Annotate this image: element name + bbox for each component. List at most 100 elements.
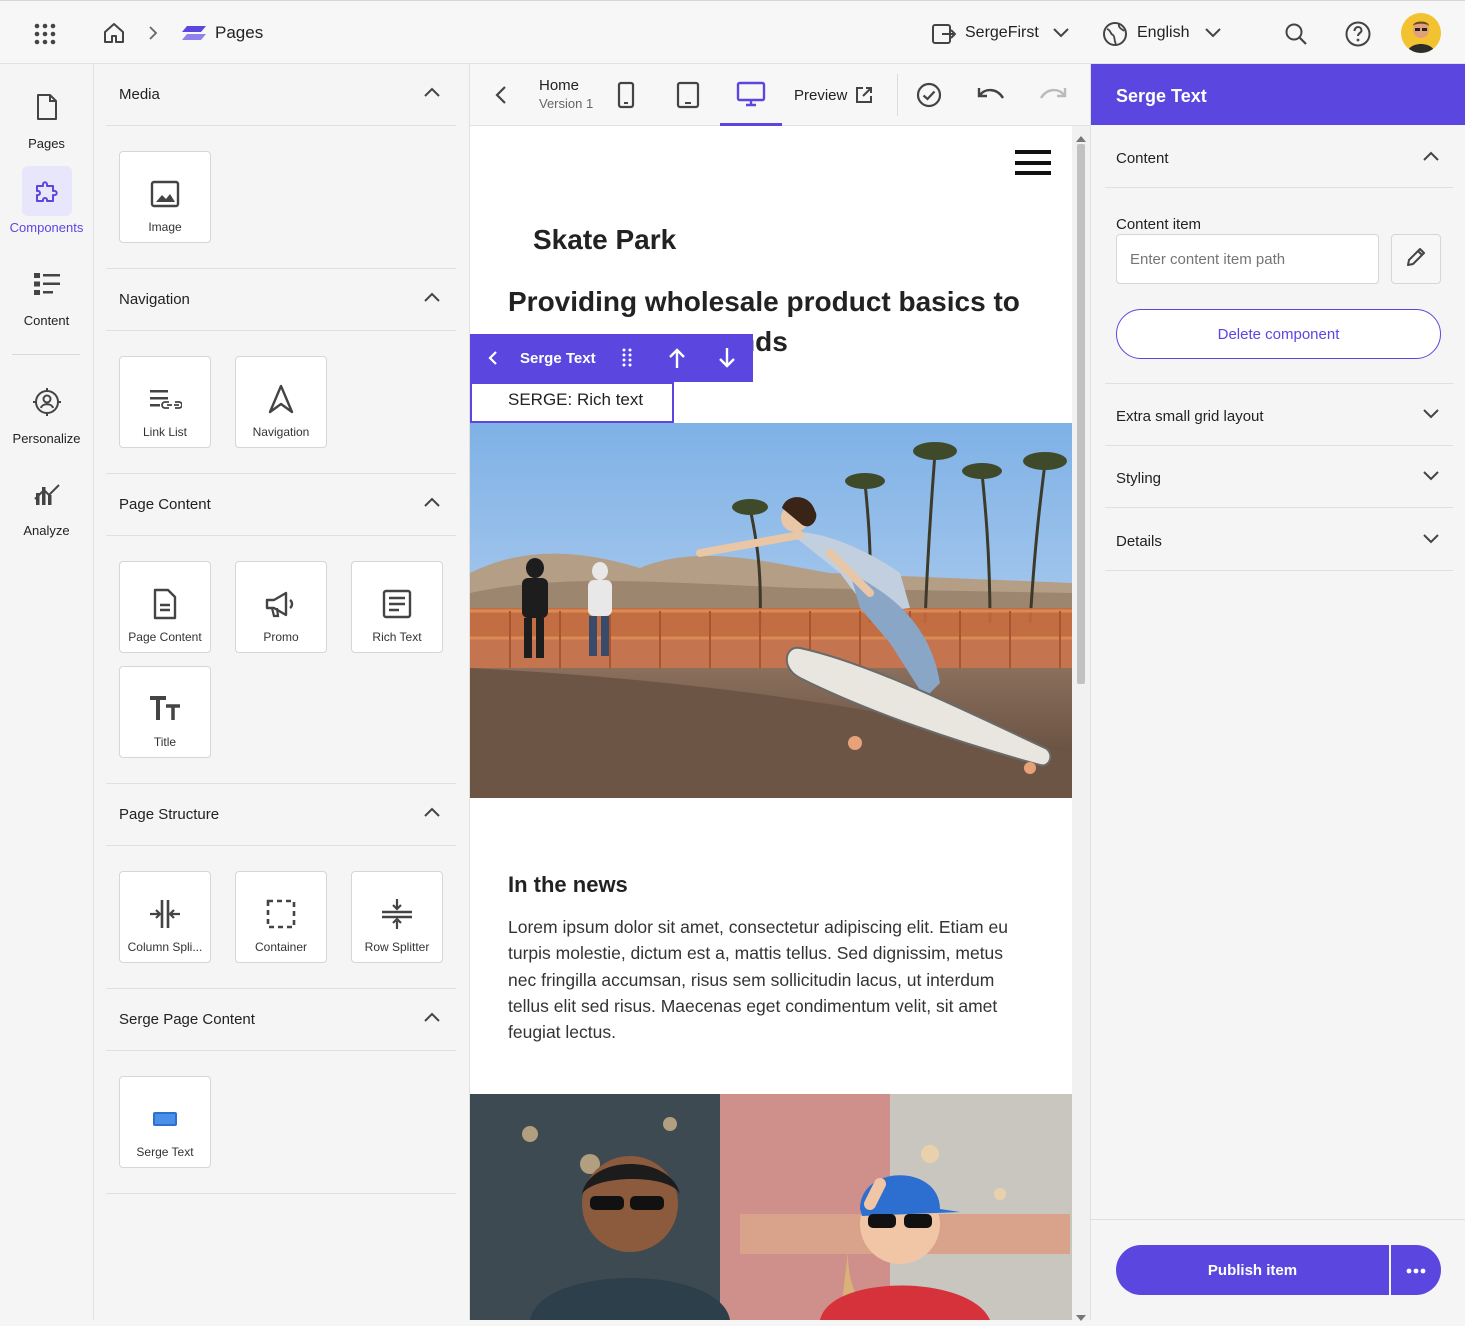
canvas-scrollbar[interactable] (1072, 126, 1090, 1321)
site-switch-icon[interactable] (930, 21, 958, 47)
scrollbar-thumb[interactable] (1077, 144, 1085, 684)
headline: Providing wholesale product basics to (508, 286, 1020, 317)
component-tile-serge-text[interactable]: Serge Text (119, 1076, 211, 1168)
move-up-arrow-icon[interactable] (668, 347, 686, 374)
puzzle-icon (21, 166, 72, 216)
row-split-icon (352, 896, 442, 932)
component-tile-rich-text[interactable]: Rich Text (351, 561, 443, 653)
section-title: Styling (1116, 470, 1162, 487)
component-tile-page-content[interactable]: Page Content (119, 561, 211, 653)
section-page-structure[interactable]: Page Structure (106, 784, 456, 846)
section-page-content[interactable]: Page Content (106, 474, 456, 536)
chevron-down-icon[interactable] (1423, 406, 1439, 424)
chevron-up-icon[interactable] (424, 84, 440, 102)
external-link-icon[interactable] (854, 85, 874, 105)
tile-label: Title (153, 735, 177, 749)
publish-item-button[interactable]: Publish item (1116, 1245, 1389, 1295)
content-item-label: Content item (1116, 216, 1202, 233)
navigation-arrow-icon (236, 381, 326, 417)
section-content[interactable]: Content (1105, 126, 1453, 188)
version-label: Version 1 (539, 96, 594, 111)
check-circle-icon[interactable] (915, 81, 943, 109)
scroll-down-icon[interactable] (1076, 1308, 1086, 1326)
properties-panel: Serge Text Content Content item Delete c… (1090, 64, 1465, 1320)
desktop-device-icon[interactable] (720, 64, 782, 126)
rail-item-personalize[interactable]: Personalize (0, 377, 93, 446)
rail-label: Analyze (23, 523, 70, 538)
site-selector[interactable]: SergeFirst (965, 24, 1039, 42)
undo-icon[interactable] (976, 83, 1006, 107)
avatar[interactable] (1401, 13, 1441, 53)
rail-item-analyze[interactable]: Analyze (0, 469, 93, 538)
chevron-down-icon[interactable] (1423, 531, 1439, 549)
chevron-down-icon[interactable] (1202, 23, 1224, 43)
search-icon[interactable] (1282, 20, 1310, 48)
preview-link[interactable]: Preview (794, 87, 847, 104)
footer-divider (1091, 1219, 1465, 1220)
component-tile-container[interactable]: Container (235, 871, 327, 963)
hamburger-menu-icon[interactable] (1015, 150, 1051, 181)
section-title: Serge Page Content (119, 1011, 255, 1028)
select-parent-chevron-icon[interactable] (488, 351, 498, 370)
section-navigation[interactable]: Navigation (106, 269, 456, 331)
top-bar: Pages SergeFirst English (0, 0, 1465, 64)
component-tile-navigation[interactable]: Navigation (235, 356, 327, 448)
component-tile-row-splitter[interactable]: Row Splitter (351, 871, 443, 963)
rail-label: Content (23, 313, 70, 328)
rail-item-components[interactable]: Components (0, 166, 93, 235)
move-down-arrow-icon[interactable] (718, 347, 736, 374)
section-title: Page Structure (119, 806, 220, 823)
section-extra-small-grid-layout[interactable]: Extra small grid layout (1105, 384, 1453, 446)
link-list-icon (120, 381, 210, 417)
edit-content-item-button[interactable] (1391, 234, 1441, 284)
redo-icon[interactable] (1038, 83, 1068, 107)
chevron-down-icon[interactable] (1050, 23, 1072, 43)
tile-label: Navigation (252, 425, 310, 439)
section-title: Navigation (119, 291, 190, 308)
tablet-device-icon[interactable] (673, 80, 703, 110)
megaphone-icon (236, 586, 326, 622)
content-item-path-input[interactable] (1116, 234, 1379, 284)
mobile-device-icon[interactable] (612, 80, 640, 110)
news-body: Lorem ipsum dolor sit amet, consectetur … (508, 917, 1008, 1043)
section-details[interactable]: Details (1105, 509, 1453, 571)
component-tile-column-splitter[interactable]: Column Spli... (119, 871, 211, 963)
rich-text-content: SERGE: Rich text (508, 390, 644, 409)
section-divider (106, 1193, 456, 1194)
rail-label: Components (9, 220, 84, 235)
rail-item-content[interactable]: Content (0, 259, 93, 328)
chevron-down-icon[interactable] (1423, 468, 1439, 486)
chevron-up-icon[interactable] (424, 1009, 440, 1027)
component-tile-title[interactable]: Title (119, 666, 211, 758)
home-icon[interactable] (100, 19, 128, 47)
chevron-up-icon[interactable] (424, 804, 440, 822)
hero-image-skateboarder (470, 423, 1072, 798)
container-dashed-icon (236, 896, 326, 932)
section-styling[interactable]: Styling (1105, 446, 1453, 508)
section-serge-page-content[interactable]: Serge Page Content (106, 989, 456, 1051)
globe-icon[interactable] (1101, 20, 1129, 48)
rail-divider (12, 354, 80, 355)
rail-item-pages[interactable]: Pages (0, 82, 93, 151)
drag-handle-icon[interactable] (622, 348, 632, 373)
chevron-up-icon[interactable] (424, 494, 440, 512)
serge-text-component[interactable]: SERGE: Rich text (470, 382, 674, 423)
app-switcher-icon[interactable] (30, 19, 60, 49)
chevron-up-icon[interactable] (424, 289, 440, 307)
app-title: Pages (215, 23, 264, 42)
help-icon[interactable] (1344, 20, 1372, 48)
page-version-selector[interactable]: Home Version 1 (539, 77, 593, 111)
component-tile-image[interactable]: Image (119, 151, 211, 243)
rail-label: Personalize (12, 431, 81, 446)
section-media[interactable]: Media (106, 64, 456, 126)
tile-label: Page Content (128, 630, 202, 644)
back-chevron-icon[interactable] (490, 84, 512, 106)
section-title: Extra small grid layout (1116, 408, 1264, 425)
more-actions-button[interactable] (1391, 1245, 1441, 1295)
component-tile-link-list[interactable]: Link List (119, 356, 211, 448)
delete-component-button[interactable]: Delete component (1116, 309, 1441, 359)
language-selector[interactable]: English (1137, 24, 1189, 42)
components-panel: Media Image Navigation Link List Navigat… (94, 64, 470, 1320)
component-tile-promo[interactable]: Promo (235, 561, 327, 653)
chevron-up-icon[interactable] (1423, 148, 1439, 166)
